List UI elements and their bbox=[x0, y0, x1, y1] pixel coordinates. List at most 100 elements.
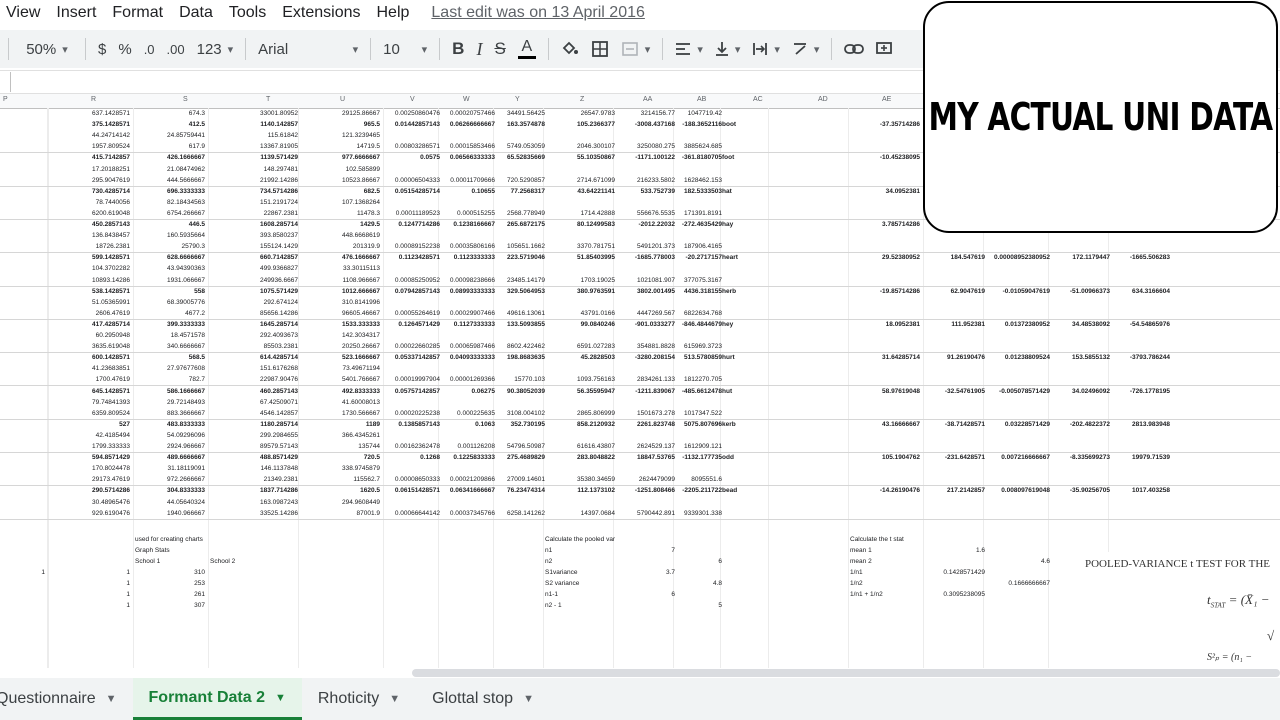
table-cell[interactable]: 107.1368264 bbox=[300, 197, 380, 208]
table-cell[interactable]: 0.00021209866 bbox=[440, 474, 495, 485]
table-cell[interactable]: S2 variance bbox=[545, 578, 615, 589]
tab-questionnaire[interactable]: Questionnaire ▼ bbox=[0, 678, 133, 720]
table-cell[interactable]: 1/n1 + 1/n2 bbox=[850, 589, 920, 600]
table-cell[interactable]: 42.4185494 bbox=[50, 430, 130, 441]
table-cell[interactable]: 417.4285714 bbox=[50, 319, 130, 330]
table-cell[interactable]: 0.07942857143 bbox=[385, 286, 440, 297]
table-cell[interactable]: 377075.3167 bbox=[675, 275, 722, 286]
table-cell[interactable]: 1189 bbox=[300, 419, 380, 430]
table-cell[interactable]: 0.00803286571 bbox=[385, 141, 440, 152]
table-cell[interactable]: 6 bbox=[675, 556, 722, 567]
table-cell[interactable]: 44.05640324 bbox=[135, 497, 205, 508]
column-header[interactable]: T bbox=[266, 96, 270, 103]
table-cell[interactable]: 0.00020757466 bbox=[440, 108, 495, 119]
table-cell[interactable]: 6754.266667 bbox=[135, 208, 205, 219]
table-cell[interactable]: 4677.2 bbox=[135, 308, 205, 319]
table-cell[interactable]: 96605.46667 bbox=[300, 308, 380, 319]
table-cell[interactable]: -1211.839067 bbox=[615, 386, 675, 397]
table-cell[interactable]: 102.585899 bbox=[300, 164, 380, 175]
table-cell[interactable]: -37.35714286 bbox=[850, 119, 920, 130]
table-cell[interactable]: 0.03228571429 bbox=[985, 419, 1050, 430]
table-cell[interactable]: 0.0575 bbox=[385, 152, 440, 163]
table-cell[interactable]: 307 bbox=[135, 600, 205, 611]
table-cell[interactable]: 972.2666667 bbox=[135, 474, 205, 485]
table-cell[interactable]: 0.00015853466 bbox=[440, 141, 495, 152]
increase-decimal-button[interactable]: .00 bbox=[161, 35, 191, 63]
table-cell[interactable]: Calculate the pooled variance bbox=[545, 534, 615, 545]
table-cell[interactable]: 33525.14286 bbox=[210, 508, 298, 519]
fill-color-button[interactable] bbox=[555, 35, 585, 63]
table-cell[interactable]: 294.9608449 bbox=[300, 497, 380, 508]
table-cell[interactable]: 115562.7 bbox=[300, 474, 380, 485]
table-cell[interactable]: Calculate the t stat bbox=[850, 534, 920, 545]
table-cell[interactable]: 426.1666667 bbox=[135, 152, 205, 163]
table-cell[interactable]: 27009.14601 bbox=[495, 474, 545, 485]
table-cell[interactable]: -231.6428571 bbox=[925, 452, 985, 463]
table-cell[interactable]: 3635.619048 bbox=[50, 341, 130, 352]
table-cell[interactable]: 628.6666667 bbox=[135, 252, 205, 263]
table-cell[interactable]: 85503.2381 bbox=[210, 341, 298, 352]
tab-formant-data-2[interactable]: Formant Data 2 ▼ bbox=[132, 678, 302, 720]
table-cell[interactable]: 61616.43807 bbox=[545, 441, 615, 452]
insert-link-button[interactable] bbox=[838, 35, 870, 63]
table-cell[interactable]: 201319.9 bbox=[300, 241, 380, 252]
table-cell[interactable]: 0.1428571429 bbox=[925, 567, 985, 578]
table-cell[interactable]: 0.1268 bbox=[385, 452, 440, 463]
table-cell[interactable]: 163.0987243 bbox=[210, 497, 298, 508]
table-cell[interactable]: 73.49671194 bbox=[300, 363, 380, 374]
column-header[interactable]: Z bbox=[580, 96, 584, 103]
table-cell[interactable]: 18.0952381 bbox=[850, 319, 920, 330]
table-cell[interactable]: 0.05337142857 bbox=[385, 352, 440, 363]
table-cell[interactable]: 977.6666667 bbox=[300, 152, 380, 163]
table-cell[interactable]: 112.1373102 bbox=[545, 485, 615, 496]
table-cell[interactable]: 734.5714286 bbox=[210, 186, 298, 197]
text-wrapping-button[interactable] bbox=[746, 35, 786, 63]
table-cell[interactable]: 56.35595947 bbox=[545, 386, 615, 397]
table-cell[interactable]: 415.7142857 bbox=[50, 152, 130, 163]
table-cell[interactable]: 6200.619048 bbox=[50, 208, 130, 219]
table-cell[interactable]: 489.6666667 bbox=[135, 452, 205, 463]
table-cell[interactable]: 483.8333333 bbox=[135, 419, 205, 430]
table-cell[interactable]: 730.4285714 bbox=[50, 186, 130, 197]
bold-button[interactable]: B bbox=[446, 35, 470, 63]
table-cell[interactable]: 354881.8828 bbox=[615, 341, 675, 352]
table-cell[interactable]: 2624529.137 bbox=[615, 441, 675, 452]
column-header[interactable]: AD bbox=[818, 96, 828, 103]
table-cell[interactable]: School 1 bbox=[135, 556, 205, 567]
table-cell[interactable]: 2813.983948 bbox=[1110, 419, 1170, 430]
table-cell[interactable]: -35.90256705 bbox=[1050, 485, 1110, 496]
italic-button[interactable]: I bbox=[470, 35, 488, 63]
table-cell[interactable]: 600.1428571 bbox=[50, 352, 130, 363]
table-cell[interactable]: 146.1137848 bbox=[210, 463, 298, 474]
table-cell[interactable]: -38.71428571 bbox=[925, 419, 985, 430]
table-cell[interactable]: 22867.2381 bbox=[210, 208, 298, 219]
table-cell[interactable]: n1-1 bbox=[545, 589, 615, 600]
table-cell[interactable]: 1799.333333 bbox=[50, 441, 130, 452]
table-cell[interactable]: 85656.14286 bbox=[210, 308, 298, 319]
table-cell[interactable]: 1931.066667 bbox=[135, 275, 205, 286]
table-cell[interactable]: 929.6190476 bbox=[50, 508, 130, 519]
table-cell[interactable]: 1 bbox=[50, 589, 130, 600]
table-cell[interactable]: -726.1778195 bbox=[1110, 386, 1170, 397]
table-cell[interactable]: 538.1428571 bbox=[50, 286, 130, 297]
table-cell[interactable]: 2261.823748 bbox=[615, 419, 675, 430]
table-cell[interactable]: 0.007216666667 bbox=[985, 452, 1050, 463]
table-cell[interactable]: 1/n1 bbox=[850, 567, 920, 578]
table-cell[interactable]: 460.2857143 bbox=[210, 386, 298, 397]
table-cell[interactable]: n2 - 1 bbox=[545, 600, 615, 611]
table-cell[interactable]: -0.005078571429 bbox=[985, 386, 1050, 397]
table-cell[interactable]: 0.00066644142 bbox=[385, 508, 440, 519]
table-cell[interactable]: 99.0840246 bbox=[545, 319, 615, 330]
table-cell[interactable]: 33001.80952 bbox=[210, 108, 298, 119]
table-cell[interactable]: 0.00001269366 bbox=[440, 374, 495, 385]
table-cell[interactable]: 9339301.338 bbox=[675, 508, 722, 519]
table-cell[interactable]: 1612909.121 bbox=[675, 441, 722, 452]
table-cell[interactable]: mean 2 bbox=[850, 556, 920, 567]
table-cell[interactable]: 170.8024478 bbox=[50, 463, 130, 474]
table-cell[interactable]: 115.61842 bbox=[210, 130, 298, 141]
table-cell[interactable]: 15770.103 bbox=[495, 374, 545, 385]
table-cell[interactable]: 133.5093855 bbox=[495, 319, 545, 330]
table-cell[interactable]: 33.30115113 bbox=[300, 263, 380, 274]
table-cell[interactable]: 8602.422462 bbox=[495, 341, 545, 352]
merge-cells-button[interactable] bbox=[615, 35, 657, 63]
